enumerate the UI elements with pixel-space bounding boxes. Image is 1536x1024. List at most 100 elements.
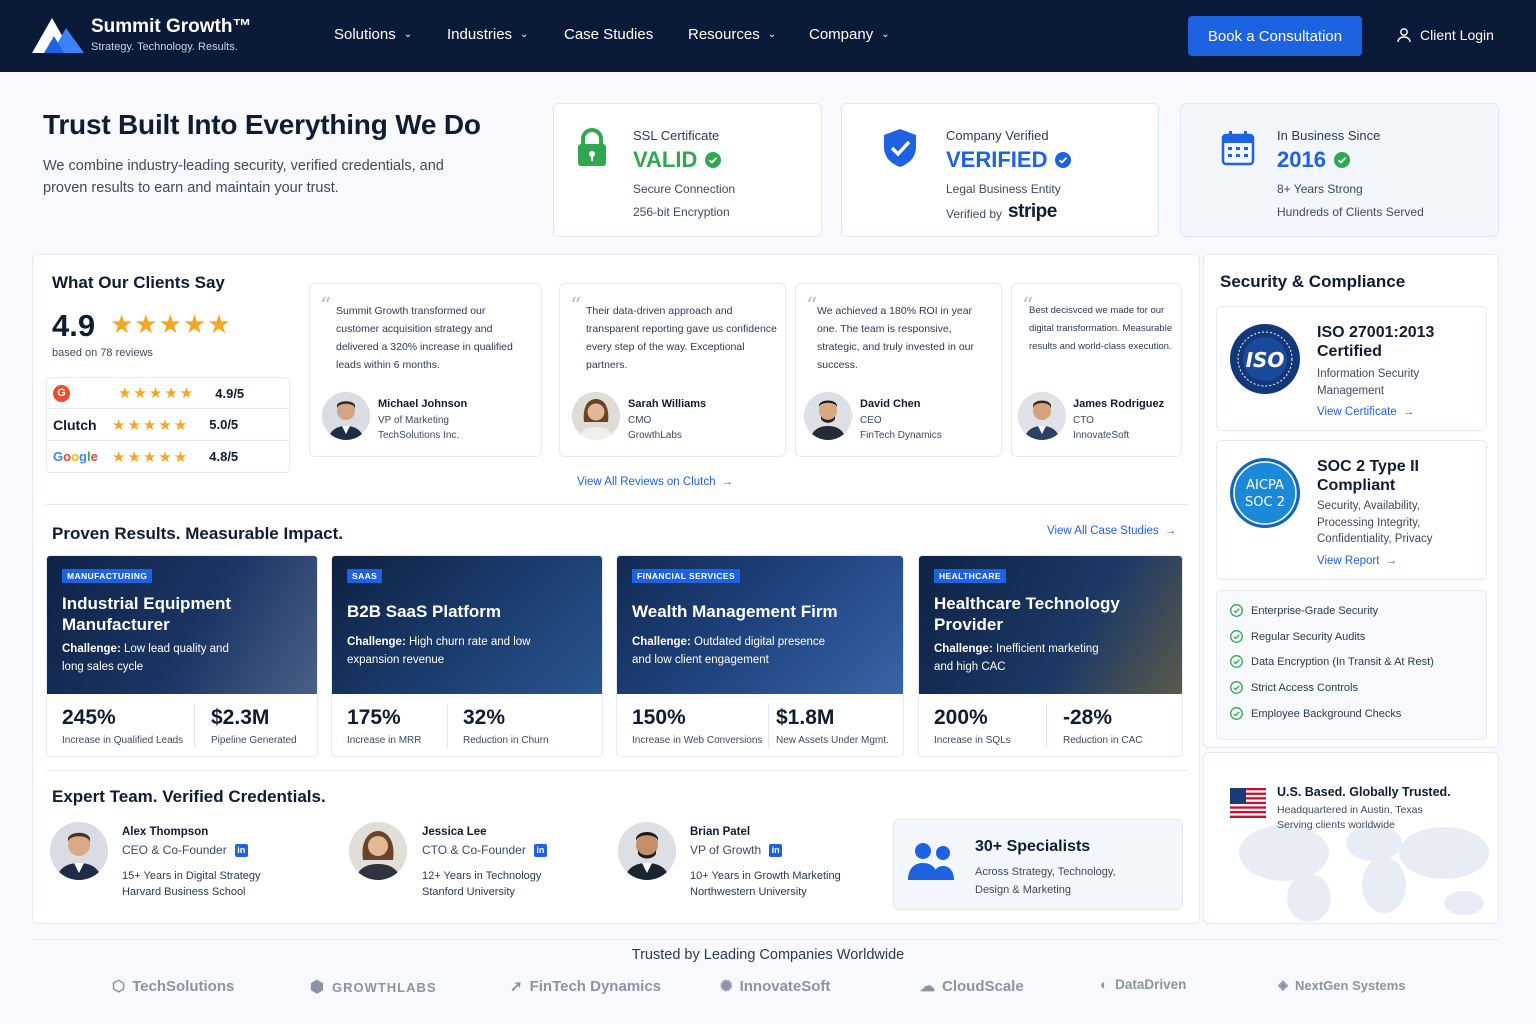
check-circle-icon <box>1230 681 1243 694</box>
verified-status: VERIFIED <box>946 147 1048 172</box>
avatar <box>804 392 852 440</box>
clutch-logo: Clutch <box>53 416 97 433</box>
hero-subtitle: We combine industry-leading security, ve… <box>43 158 444 196</box>
chevron-down-icon: ⌄ <box>403 29 413 40</box>
check-circle-icon <box>1333 152 1350 168</box>
client-logo-cloudscale: ☁ CloudScale <box>920 977 1024 996</box>
cube-logo-icon: ⬢ <box>310 979 325 996</box>
client-logo-fintech: ➚ FinTech Dynamics <box>510 977 662 996</box>
linkedin-icon[interactable]: in <box>769 843 783 857</box>
google-rating-row[interactable]: Google ★★★★★ 4.8/5 <box>46 441 290 473</box>
brand-tagline: Strategy. Technology. Results. <box>91 41 238 53</box>
ssl-status: VALID <box>633 147 698 172</box>
linkedin-icon[interactable]: in <box>533 843 547 857</box>
view-certificate-link[interactable]: View Certificate → <box>1317 406 1414 418</box>
nav-solutions[interactable]: Solutions ⌄ <box>334 26 412 43</box>
quote-icon: “ <box>320 294 332 319</box>
svg-text:SOC 2: SOC 2 <box>1245 495 1285 510</box>
g2-rating-row[interactable]: G ★★★★★ 4.9/5 <box>46 377 290 409</box>
reviews-title: What Our Clients Say <box>52 273 225 292</box>
client-logo-techsolutions: ⬡ TechSolutions <box>112 977 235 996</box>
brand-name[interactable]: Summit Growth™ <box>91 16 251 38</box>
divider <box>46 504 1188 505</box>
specialists-card: 30+ Specialists Across Strategy, Technol… <box>893 819 1183 910</box>
arrow-logo-icon: ➚ <box>510 978 523 995</box>
avatar <box>572 392 620 440</box>
top-navbar: Summit Growth™ Strategy. Technology. Res… <box>0 0 1536 72</box>
hexagon-logo-icon: ⬡ <box>112 978 126 995</box>
view-all-reviews-link[interactable]: View All Reviews on Clutch → <box>577 476 733 488</box>
shield-check-icon <box>882 128 918 168</box>
clutch-rating-row[interactable]: Clutch ★★★★★ 5.0/5 <box>46 409 290 441</box>
review-count: based on 78 reviews <box>52 347 153 359</box>
results-title: Proven Results. Measurable Impact. <box>52 524 343 543</box>
in-business-card: In Business Since 2016 8+ Years Strong H… <box>1180 103 1499 237</box>
avatar <box>322 392 370 440</box>
case-study-card[interactable]: HEALTHCARE Healthcare Technology Provide… <box>918 555 1183 757</box>
security-title: Security & Compliance <box>1220 272 1406 291</box>
iso-certificate-card: ISO ISO 27001:2013 Certified Information… <box>1216 306 1487 431</box>
case-study-card[interactable]: FINANCIAL SERVICES Wealth Management Fir… <box>616 555 904 757</box>
case-study-card[interactable]: SAAS B2B SaaS Platform Challenge: High c… <box>331 555 603 757</box>
rating-stars: ★★★★★ <box>110 309 232 339</box>
trusted-title: Trusted by Leading Companies Worldwide <box>631 947 905 963</box>
clutch-stars: ★★★★★ <box>112 416 190 434</box>
checklist-item: Enterprise-Grade Security <box>1230 604 1378 617</box>
avatar <box>1018 392 1066 440</box>
linkedin-icon[interactable]: in <box>234 843 248 857</box>
check-circle-icon <box>1230 604 1243 617</box>
view-report-link[interactable]: View Report → <box>1317 555 1397 567</box>
check-circle-icon <box>705 152 722 168</box>
avatar <box>618 822 676 880</box>
hero-title: Trust Built Into Everything We Do <box>43 109 481 140</box>
team-users-icon <box>908 842 956 880</box>
aicpa-soc2-badge-icon: AICPA SOC 2 <box>1229 457 1301 529</box>
svg-text:AICPA: AICPA <box>1246 478 1284 493</box>
checklist-item: Employee Background Checks <box>1230 707 1401 720</box>
team-title: Expert Team. Verified Credentials. <box>52 787 326 806</box>
g2-stars: ★★★★★ <box>118 385 196 402</box>
check-circle-icon <box>1230 655 1243 668</box>
team-member-name: Jessica Lee <box>422 826 487 838</box>
view-all-case-studies-link[interactable]: View All Case Studies → <box>1047 525 1176 537</box>
diamond-logo-icon: ◈ <box>1278 977 1288 992</box>
user-icon <box>1396 27 1412 43</box>
us-flag-icon <box>1230 788 1266 818</box>
google-logo: Google <box>53 449 98 464</box>
client-logo-nextgen: ◈ NextGen Systems <box>1278 977 1406 993</box>
nav-industries[interactable]: Industries ⌄ <box>447 26 528 43</box>
dots-logo-icon: ✺ <box>720 978 733 995</box>
g2-logo: G <box>53 384 70 402</box>
founded-year: 2016 <box>1277 147 1326 172</box>
nav-case-studies[interactable]: Case Studies <box>564 26 653 43</box>
google-stars: ★★★★★ <box>112 448 190 466</box>
mountain-logo-icon[interactable] <box>30 14 86 54</box>
svg-text:ISO: ISO <box>1246 348 1285 372</box>
case-study-card[interactable]: MANUFACTURING Industrial Equipment Manuf… <box>46 555 318 757</box>
quote-icon: “ <box>570 294 582 319</box>
chevron-down-icon: ⌄ <box>881 29 890 40</box>
client-logo-innovatesoft: ✺ InnovateSoft <box>720 977 831 996</box>
iso-badge-icon: ISO <box>1229 323 1301 395</box>
calendar-icon <box>1221 130 1255 166</box>
stripe-logo: stripe <box>1008 201 1057 222</box>
soc2-compliance-card: AICPA SOC 2 SOC 2 Type II Compliant Secur… <box>1216 440 1487 580</box>
ring-logo-icon: ◐ <box>1100 977 1109 992</box>
us-based-card: U.S. Based. Globally Trusted. Headquarte… <box>1203 752 1499 924</box>
lock-icon <box>576 128 608 168</box>
client-logo-growthlabs: ⬢ GROWTHLABS <box>310 979 437 996</box>
nav-resources[interactable]: Resources ⌄ <box>688 26 776 43</box>
check-circle-icon <box>1230 630 1243 643</box>
nav-company[interactable]: Company ⌄ <box>809 26 890 43</box>
review-card: “ We achieved a 180% ROI in year one. Th… <box>795 283 1002 457</box>
client-login-link[interactable]: Client Login <box>1396 27 1494 43</box>
ssl-certificate-card: SSL Certificate VALID Secure Connection … <box>553 103 822 237</box>
review-card: “ Best decisvced we made for our digital… <box>1011 283 1182 457</box>
team-member-name: Brian Patel <box>690 826 751 838</box>
book-consultation-button[interactable]: Book a Consultation <box>1188 16 1362 56</box>
arrow-right-icon: → <box>1164 525 1177 537</box>
checklist-item: Data Encryption (In Transit & At Rest) <box>1230 655 1434 668</box>
avatar <box>50 822 108 880</box>
checklist-item: Regular Security Audits <box>1230 630 1365 643</box>
arrow-right-icon: → <box>1402 406 1415 418</box>
